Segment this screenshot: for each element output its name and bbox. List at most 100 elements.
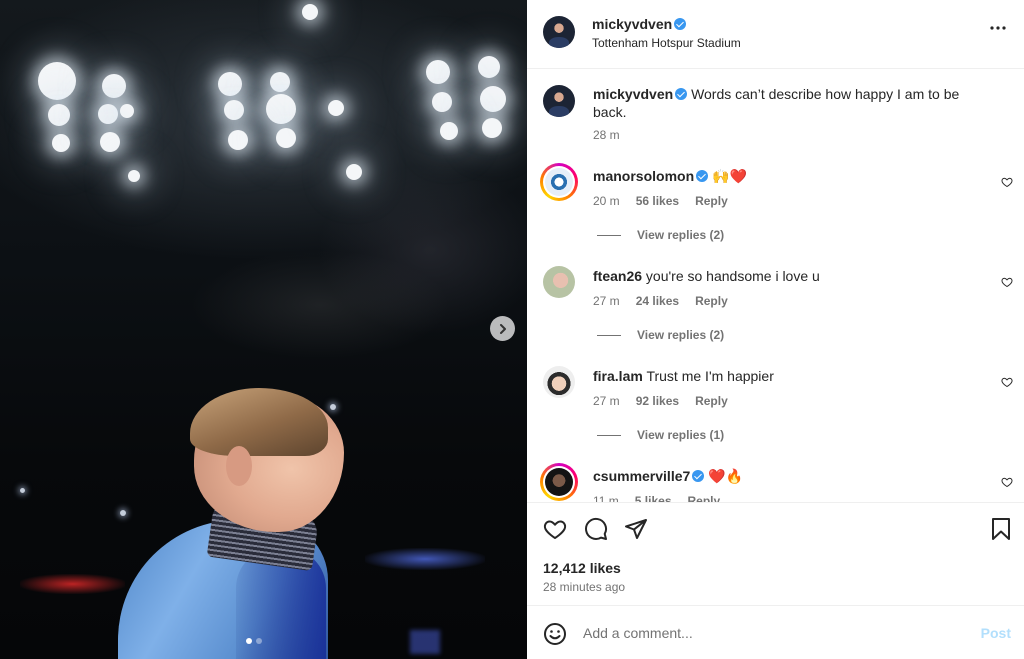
avatar[interactable] (543, 266, 575, 298)
stadium-light (98, 104, 118, 124)
comment: manorsolomon 🙌❤️ (593, 167, 973, 185)
emoji-icon[interactable] (543, 622, 567, 646)
story-ring[interactable] (540, 463, 578, 501)
bookmark-icon[interactable] (990, 517, 1012, 541)
comment-time: 11 m (593, 494, 619, 502)
comment-likes[interactable]: 24 likes (636, 294, 679, 308)
reply-button[interactable]: Reply (695, 394, 728, 408)
post-header: mickyvdven Tottenham Hotspur Stadium (527, 0, 1024, 69)
heart-icon[interactable] (1001, 476, 1013, 488)
reply-button[interactable]: Reply (688, 494, 721, 502)
stadium-light (52, 134, 70, 152)
post-photo (0, 0, 527, 659)
view-replies-button[interactable]: View replies (2) (597, 228, 724, 242)
post-location[interactable]: Tottenham Hotspur Stadium (592, 36, 741, 50)
comment-meta: 11 m 5 likes Reply (593, 494, 720, 502)
stadium-light (128, 170, 140, 182)
stadium-light (328, 100, 344, 116)
story-ring-gap (543, 466, 575, 498)
heart-icon[interactable] (543, 517, 567, 541)
more-options-icon[interactable] (988, 18, 1008, 42)
led-board-red (20, 574, 125, 594)
post-comment-button[interactable]: Post (981, 625, 1011, 641)
carousel-dot-active (246, 638, 252, 644)
verified-badge-icon (692, 470, 705, 482)
comment: csummerville7 ❤️🔥 (593, 467, 973, 485)
comment-text: Trust me I'm happier (646, 368, 774, 384)
heart-icon[interactable] (1001, 376, 1013, 388)
player-figure (118, 388, 358, 659)
stadium-light (276, 128, 296, 148)
avatar (545, 168, 573, 196)
background-light (20, 488, 25, 493)
stadium-light (48, 104, 70, 126)
led-board-blue (365, 548, 485, 570)
story-ring[interactable] (540, 163, 578, 201)
verified-badge-icon (675, 88, 688, 100)
avatar[interactable] (543, 16, 575, 48)
led-board-blue (410, 630, 440, 654)
story-ring-gap (543, 166, 575, 198)
view-replies-button[interactable]: View replies (2) (597, 328, 724, 342)
comment-likes[interactable]: 92 likes (636, 394, 679, 408)
comment-meta: 27 m 24 likes Reply (593, 294, 728, 308)
stadium-light (228, 130, 248, 150)
replies-divider (597, 434, 621, 436)
carousel-dot (256, 638, 262, 644)
reply-button[interactable]: Reply (695, 194, 728, 208)
comment-meta: 27 m 92 likes Reply (593, 394, 728, 408)
stadium-light (102, 74, 126, 98)
comments-list[interactable]: mickyvdven Words can’t describe how happ… (527, 69, 1024, 502)
stadium-light (120, 104, 134, 118)
stadium-light (346, 164, 362, 180)
replies-divider (597, 234, 621, 236)
stadium-haze (190, 250, 450, 360)
verified-badge-icon (696, 170, 709, 182)
verified-badge-icon (674, 18, 687, 30)
player-ear (226, 446, 252, 486)
post-actions: 12,412 likes 28 minutes ago (527, 502, 1024, 606)
author-username[interactable]: mickyvdven (592, 16, 672, 32)
stadium-light (426, 60, 450, 84)
stadium-light (482, 118, 502, 138)
comment-time: 27 m (593, 294, 620, 308)
post-timestamp: 28 minutes ago (543, 580, 626, 594)
player-hair (190, 388, 328, 456)
view-replies-button[interactable]: View replies (1) (597, 428, 724, 442)
stadium-light (480, 86, 506, 112)
stadium-light (440, 122, 458, 140)
comment-input[interactable] (583, 622, 963, 644)
reply-button[interactable]: Reply (695, 294, 728, 308)
comment-time: 20 m (593, 194, 620, 208)
stadium-light (38, 62, 76, 100)
share-icon[interactable] (624, 517, 648, 541)
author-row: mickyvdven (592, 16, 687, 34)
comment-text: 🙌❤️ (712, 168, 747, 184)
caption-username[interactable]: mickyvdven (593, 86, 673, 102)
stadium-light (432, 92, 452, 112)
caption-time: 28 m (593, 128, 620, 142)
comment-username[interactable]: manorsolomon (593, 168, 694, 184)
comment-time: 27 m (593, 394, 620, 408)
stadium-light (302, 4, 318, 20)
comment-username[interactable]: csummerville7 (593, 468, 690, 484)
avatar[interactable] (543, 85, 575, 117)
chevron-right-icon[interactable] (490, 316, 515, 341)
comment-icon[interactable] (584, 517, 608, 541)
view-replies-label: View replies (2) (637, 228, 725, 242)
carousel-dots (246, 638, 262, 644)
comment-username[interactable]: fira.lam (593, 368, 643, 384)
heart-icon[interactable] (1001, 176, 1013, 188)
comment-meta: 20 m 56 likes Reply (593, 194, 728, 208)
likes-count[interactable]: 12,412 likes (543, 560, 621, 576)
comment-composer: Post (527, 606, 1024, 659)
heart-icon[interactable] (1001, 276, 1013, 288)
comment-text: ❤️🔥 (708, 468, 744, 484)
comment-likes[interactable]: 5 likes (635, 494, 672, 502)
comment-likes[interactable]: 56 likes (636, 194, 679, 208)
avatar[interactable] (543, 366, 575, 398)
view-replies-label: View replies (2) (637, 328, 725, 342)
comment-username[interactable]: ftean26 (593, 268, 642, 284)
stadium-light (218, 72, 242, 96)
caption: mickyvdven Words can’t describe how happ… (593, 85, 993, 121)
